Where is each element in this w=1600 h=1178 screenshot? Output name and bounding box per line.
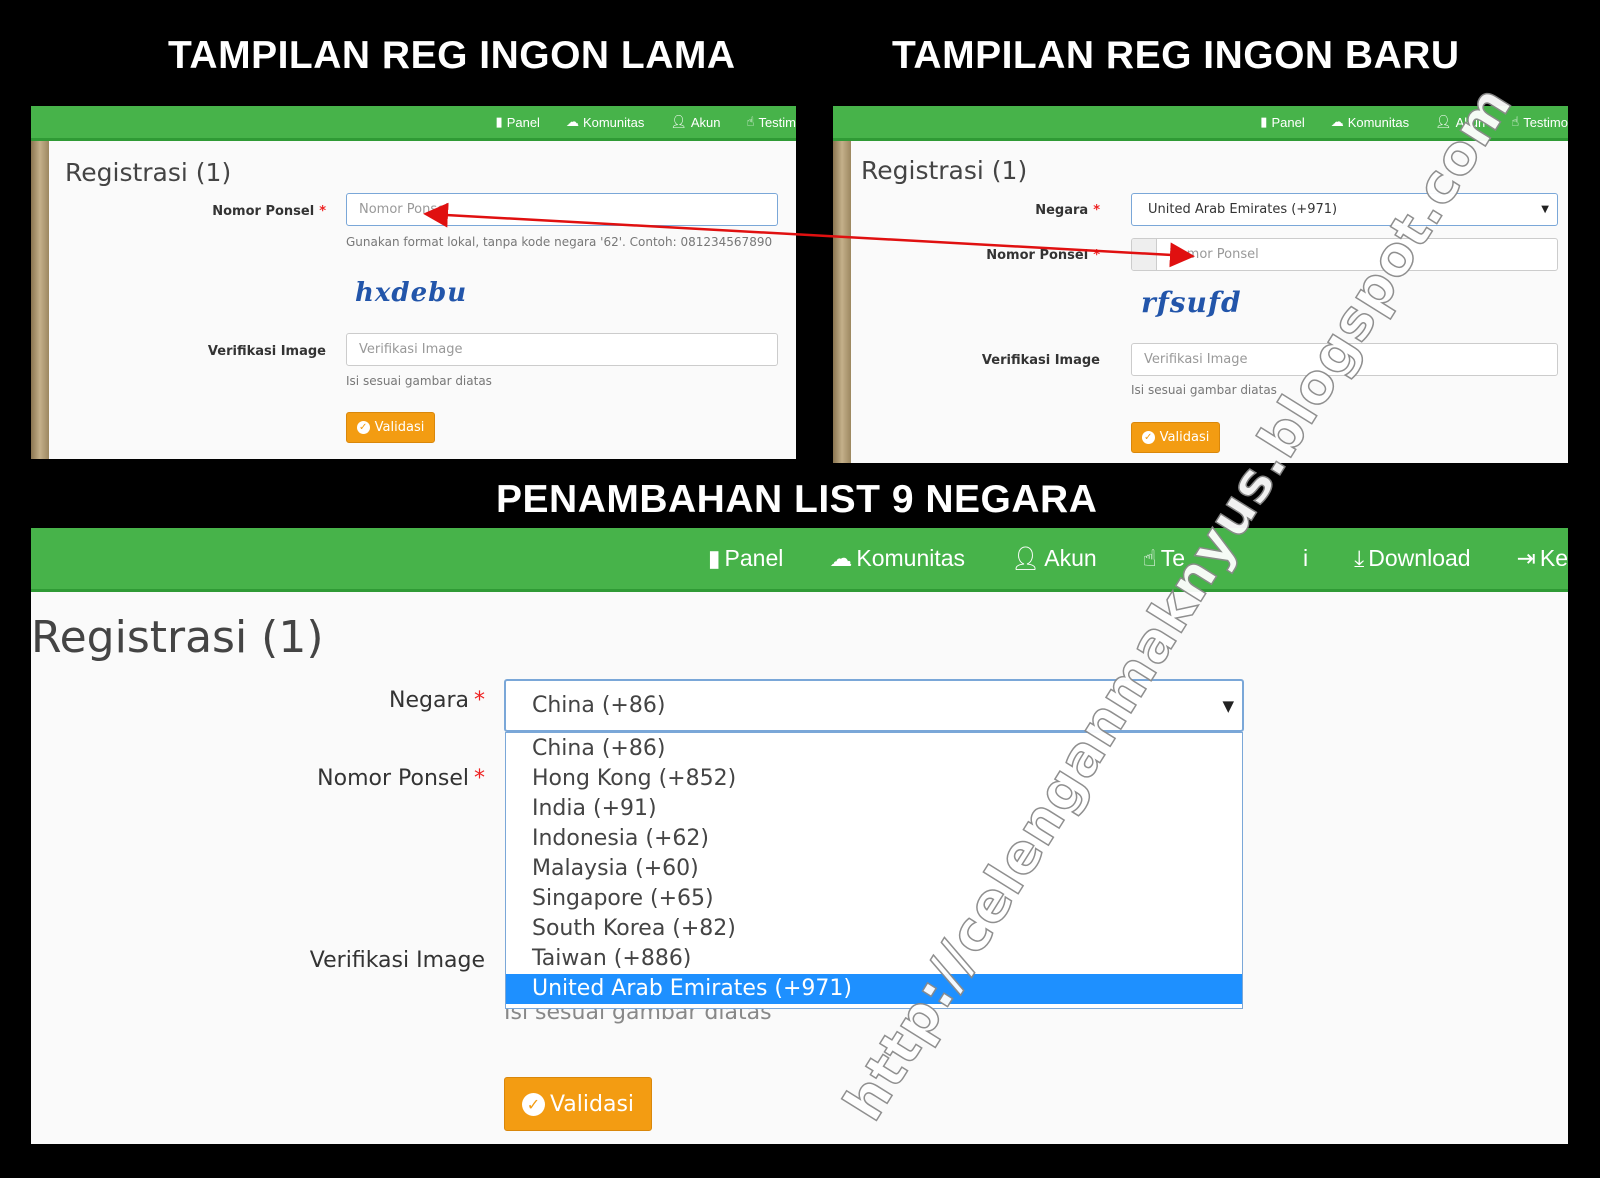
nav-akun[interactable]: 👤︎ Akun xyxy=(670,114,720,130)
caret-down-icon: ▼ xyxy=(1541,204,1549,215)
navbar: ▮ Panel ☁ Komunitas 👤︎ Akun ☝︎ Te i ⤓ Download… xyxy=(31,528,1568,592)
validasi-button[interactable]: ✓ Validasi xyxy=(504,1077,652,1131)
big-registration-panel: ▮ Panel ☁ Komunitas 👤︎ Akun ☝︎ Te i ⤓ Download… xyxy=(31,528,1568,1144)
captcha-image: hxdebu xyxy=(355,278,468,308)
user-icon: 👤︎ xyxy=(670,114,687,129)
nomor-input[interactable]: Nomor Ponsel xyxy=(1131,238,1558,271)
bar-chart-icon: ▮ xyxy=(707,545,721,571)
heading-new: TAMPILAN REG INGON BARU xyxy=(892,34,1460,77)
option-indonesia[interactable]: Indonesia (+62) xyxy=(506,824,1242,854)
caret-down-icon: ▼ xyxy=(1222,696,1234,715)
nav-komunitas[interactable]: ☁ Komunitas xyxy=(566,114,644,130)
negara-label: Negara * xyxy=(1035,203,1100,218)
verif-input[interactable]: Verifikasi Image xyxy=(346,333,778,366)
nav-download[interactable]: ⤓ Download xyxy=(1354,545,1470,572)
verif-help: Isi sesuai gambar diatas xyxy=(346,374,492,388)
option-uae-selected[interactable]: United Arab Emirates (+971) xyxy=(506,974,1242,1004)
option-malaysia[interactable]: Malaysia (+60) xyxy=(506,854,1242,884)
nomor-help: Gunakan format lokal, tanpa kode negara … xyxy=(346,235,773,249)
nav-akun[interactable]: 👤︎ Akun xyxy=(1011,545,1097,572)
validasi-button[interactable]: ✓ Validasi xyxy=(1131,422,1220,453)
nav-panel[interactable]: ▮ Panel xyxy=(496,114,540,130)
validasi-button[interactable]: ✓ Validasi xyxy=(346,412,435,443)
nav-testimoni[interactable]: ☝︎ Testim xyxy=(747,114,796,130)
bar-chart-icon: ▮ xyxy=(1260,114,1268,129)
download-icon: ⤓ xyxy=(1354,545,1365,571)
heading-old: TAMPILAN REG INGON LAMA xyxy=(168,34,736,77)
country-code-addon xyxy=(1132,239,1157,270)
thumbs-up-icon: ☝︎ xyxy=(746,114,755,129)
negara-select[interactable]: United Arab Emirates (+971) ▼ xyxy=(1131,193,1558,226)
bar-chart-icon: ▮ xyxy=(495,114,503,129)
nomor-label: Nomor Ponsel * xyxy=(986,248,1100,263)
check-circle-icon: ✓ xyxy=(1141,431,1155,444)
option-china[interactable]: China (+86) xyxy=(506,733,1242,764)
nav-panel[interactable]: ▮ Panel xyxy=(708,545,784,572)
nomor-input[interactable]: Nomor Ponsel xyxy=(346,193,778,226)
old-registration-panel: ▮ Panel ☁ Komunitas 👤︎ Akun ☝︎ Testim Regist… xyxy=(31,106,796,459)
negara-label: Negara * xyxy=(389,688,485,713)
check-circle-icon: ✓ xyxy=(521,1092,545,1116)
heading-list: PENAMBAHAN LIST 9 NEGARA xyxy=(496,478,1098,521)
captcha-image: rfsufd xyxy=(1141,286,1242,319)
option-hong-kong[interactable]: Hong Kong (+852) xyxy=(506,764,1242,794)
thumbs-up-icon: ☝︎ xyxy=(1142,545,1157,571)
nav-komunitas[interactable]: ☁ Komunitas xyxy=(829,545,965,572)
nav-testimoni[interactable]: ☝︎ Testimo xyxy=(1511,114,1568,130)
page-title: Registrasi (1) xyxy=(31,612,324,663)
nav-panel[interactable]: ▮ Panel xyxy=(1260,114,1304,130)
option-south-korea[interactable]: South Korea (+82) xyxy=(506,914,1242,944)
cloud-icon: ☁ xyxy=(565,114,579,129)
option-singapore[interactable]: Singapore (+65) xyxy=(506,884,1242,914)
wood-border xyxy=(31,106,49,459)
page-title: Registrasi (1) xyxy=(65,158,232,187)
verif-label: Verifikasi Image xyxy=(309,948,485,973)
option-taiwan[interactable]: Taiwan (+886) xyxy=(506,944,1242,974)
navbar: ▮ Panel ☁ Komunitas 👤︎ Akun ☝︎ Testim xyxy=(31,106,796,141)
check-circle-icon: ✓ xyxy=(356,421,370,434)
logout-icon: ⇥ xyxy=(1516,545,1536,571)
verif-help: Isi sesuai gambar diatas xyxy=(1131,383,1277,397)
user-icon: 👤︎ xyxy=(1011,545,1041,571)
cloud-icon: ☁ xyxy=(829,545,853,571)
nav-keluar[interactable]: ⇥ Ke xyxy=(1517,545,1568,572)
nomor-label: Nomor Ponsel * xyxy=(317,766,485,791)
cloud-icon: ☁ xyxy=(1330,114,1344,129)
negara-dropdown-list: China (+86) Hong Kong (+852) India (+91)… xyxy=(505,732,1243,1009)
page-title: Registrasi (1) xyxy=(861,156,1028,185)
nomor-label: Nomor Ponsel * xyxy=(212,204,326,219)
verif-label: Verifikasi Image xyxy=(981,353,1100,368)
wood-border xyxy=(833,106,851,463)
nav-komunitas[interactable]: ☁ Komunitas xyxy=(1331,114,1409,130)
verif-label: Verifikasi Image xyxy=(207,344,326,359)
option-india[interactable]: India (+91) xyxy=(506,794,1242,824)
